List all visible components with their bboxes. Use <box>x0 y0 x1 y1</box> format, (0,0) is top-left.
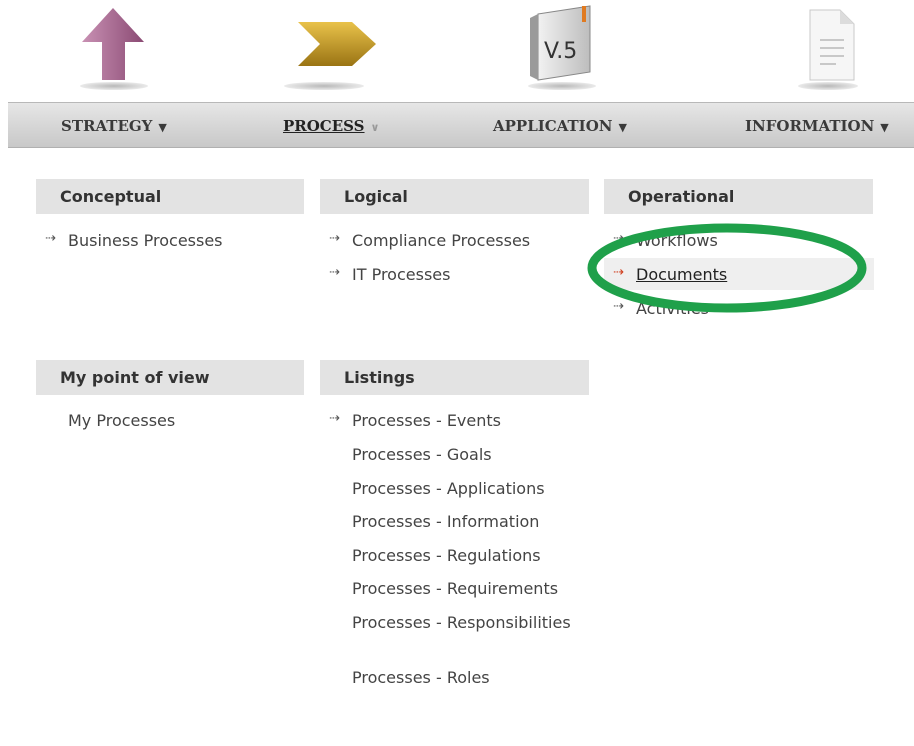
link-it-processes[interactable]: ⇢ IT Processes <box>329 265 451 284</box>
link-label: Processes - Information <box>352 512 540 531</box>
link-label: Business Processes <box>68 231 223 250</box>
section-logical-title: Logical <box>320 179 589 214</box>
link-workflows[interactable]: ⇢ Workflows <box>613 231 718 250</box>
link-business-processes[interactable]: ⇢ Business Processes <box>45 231 223 250</box>
link-label: Processes - Applications <box>352 479 545 498</box>
link-label: IT Processes <box>352 265 451 284</box>
link-label: Processes - Roles <box>352 668 490 687</box>
application-box-label: V.5 <box>544 39 577 64</box>
section-pov-title: My point of view <box>36 360 304 395</box>
link-label: Processes - Responsibilities <box>352 613 571 632</box>
caret-down-icon: ▼ <box>880 121 889 134</box>
chevron-down-icon: ∨ <box>370 121 380 134</box>
arrow-right-icon: ⇢ <box>613 265 624 280</box>
link-documents[interactable]: ⇢ Documents <box>613 265 728 284</box>
caret-down-icon: ▼ <box>158 121 167 134</box>
link-label: Compliance Processes <box>352 231 531 250</box>
section-listings-title: Listings <box>320 360 589 395</box>
link-my-processes[interactable]: My Processes <box>68 411 175 430</box>
link-label: Processes - Requirements <box>352 579 559 598</box>
arrow-right-icon: ⇢ <box>329 411 340 426</box>
main-nav: STRATEGY ▼ PROCESS ∨ APPLICATION ▼ INFORMAT… <box>8 102 914 148</box>
link-processes-regulations[interactable]: Processes - Regulations <box>352 546 541 565</box>
link-activities[interactable]: ⇢ Activities <box>613 299 709 318</box>
information-document-icon[interactable] <box>790 0 910 100</box>
nav-process[interactable]: PROCESS ∨ <box>283 103 379 147</box>
link-processes-events[interactable]: ⇢ Processes - Events <box>329 411 501 430</box>
arrow-right-icon: ⇢ <box>329 231 340 246</box>
link-label: My Processes <box>68 411 176 430</box>
link-processes-goals[interactable]: Processes - Goals <box>352 445 492 464</box>
nav-application[interactable]: APPLICATION ▼ <box>493 103 627 147</box>
nav-application-label: APPLICATION <box>493 117 613 135</box>
link-label: Processes - Goals <box>352 445 492 464</box>
link-processes-requirements[interactable]: Processes - Requirements <box>352 579 558 598</box>
link-processes-applications[interactable]: Processes - Applications <box>352 479 545 498</box>
application-box-icon[interactable]: V.5 <box>520 0 640 100</box>
arrow-right-icon: ⇢ <box>613 299 624 314</box>
nav-strategy-label: STRATEGY <box>61 117 153 135</box>
nav-information[interactable]: INFORMATION ▼ <box>745 103 889 147</box>
section-conceptual-title: Conceptual <box>36 179 304 214</box>
arrow-right-icon: ⇢ <box>613 231 624 246</box>
strategy-arrow-icon[interactable] <box>80 0 200 100</box>
link-label: Documents <box>636 265 728 284</box>
link-processes-roles[interactable]: Processes - Roles <box>352 668 490 687</box>
link-label: Processes - Regulations <box>352 546 541 565</box>
link-processes-responsibilities[interactable]: Processes - Responsibilities <box>352 612 582 634</box>
link-label: Processes - Events <box>352 411 501 430</box>
process-chevron-icon[interactable] <box>280 0 400 100</box>
link-processes-information[interactable]: Processes - Information <box>352 512 539 531</box>
arrow-right-icon: ⇢ <box>45 231 56 246</box>
nav-process-label: PROCESS <box>283 117 365 135</box>
section-operational-title: Operational <box>604 179 873 214</box>
link-compliance-processes[interactable]: ⇢ Compliance Processes <box>329 231 531 250</box>
caret-down-icon: ▼ <box>618 121 627 134</box>
link-label: Workflows <box>636 231 718 250</box>
nav-strategy[interactable]: STRATEGY ▼ <box>61 103 167 147</box>
top-icons: V.5 <box>0 0 914 100</box>
nav-information-label: INFORMATION <box>745 117 875 135</box>
link-label: Activities <box>636 299 709 318</box>
arrow-right-icon: ⇢ <box>329 265 340 280</box>
